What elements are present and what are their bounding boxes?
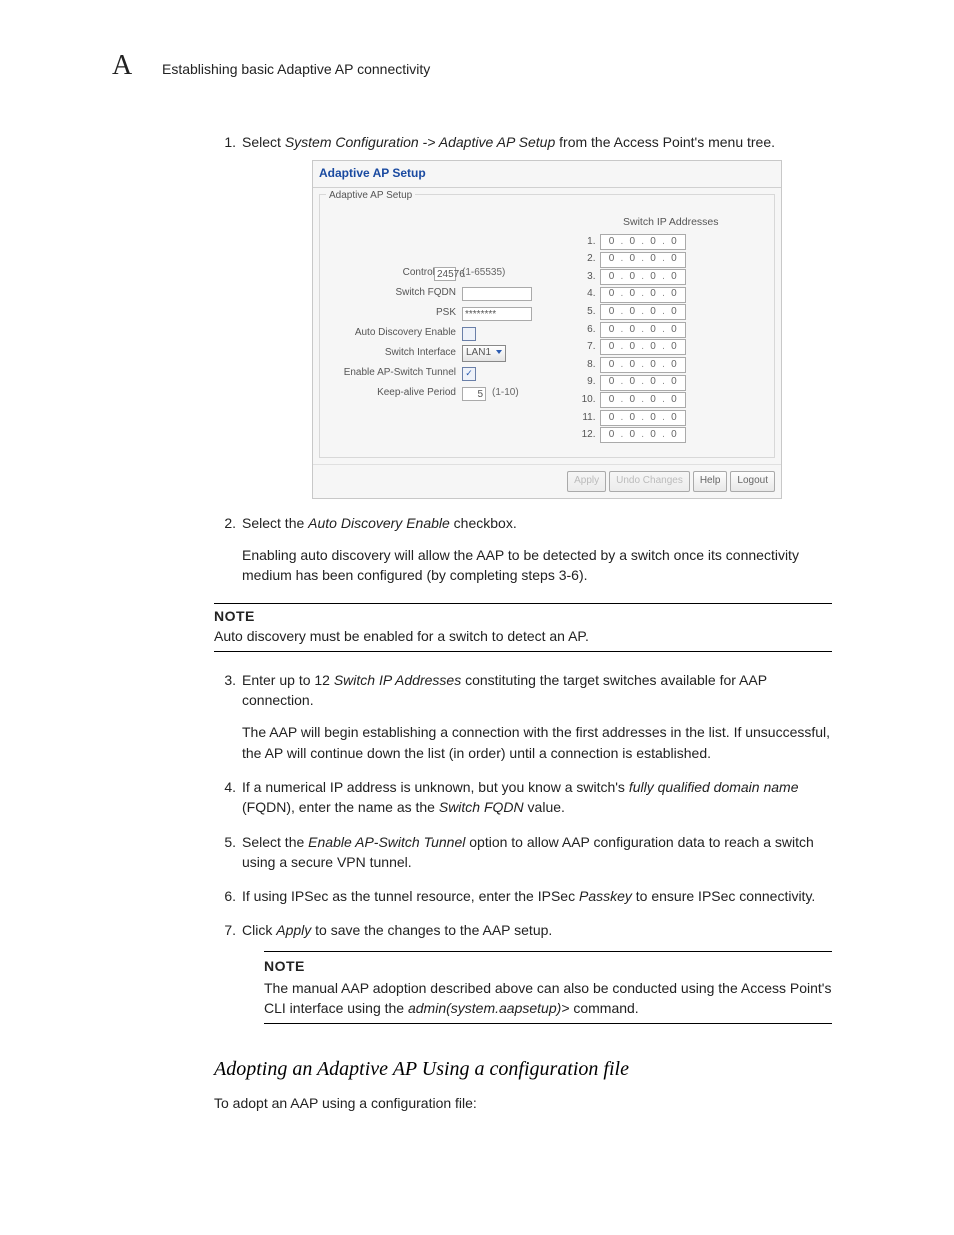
step-7: 7.Click Apply to save the changes to the… [242,920,832,1023]
ip-row-number: 8. [574,358,600,373]
ip-row-number: 5. [574,305,600,320]
ip-row: 6.0.0.0.0 [574,322,768,338]
ip-input[interactable]: 0.0.0.0 [600,375,686,391]
step-1: 1.Select System Configuration -> Adaptiv… [242,132,832,499]
ip-row: 9.0.0.0.0 [574,375,768,391]
input-switch-fqdn[interactable] [462,287,532,301]
apply-button[interactable]: Apply [567,471,606,492]
step-2-para: Enabling auto discovery will allow the A… [242,545,832,586]
hint-keep-alive: (1-10) [492,386,519,401]
ip-input[interactable]: 0.0.0.0 [600,234,686,250]
ip-input[interactable]: 0.0.0.0 [600,410,686,426]
label-switch-interface: Switch Interface [326,346,462,361]
subheading-adopting: Adopting an Adaptive AP Using a configur… [214,1058,832,1081]
ip-row-number: 1. [574,235,600,250]
ip-row-number: 2. [574,252,600,267]
step-2: 2.Select the Auto Discovery Enable check… [242,513,832,586]
input-psk[interactable]: ******** [462,307,532,321]
ip-row: 12.0.0.0.0 [574,427,768,443]
ip-input[interactable]: 0.0.0.0 [600,287,686,303]
ip-row: 3.0.0.0.0 [574,269,768,285]
ip-row-number: 4. [574,287,600,302]
figure-adaptive-ap-setup: Adaptive AP Setup Adaptive AP Setup Cont… [242,160,832,498]
undo-button[interactable]: Undo Changes [609,471,690,492]
ip-row-number: 11. [574,411,600,426]
appendix-letter: A [112,50,142,82]
step-number: 1. [214,132,242,152]
label-psk: PSK [326,306,462,321]
checkbox-enable-tunnel[interactable]: ✓ [462,367,476,381]
panel-title: Adaptive AP Setup [313,161,781,187]
ip-input[interactable]: 0.0.0.0 [600,427,686,443]
checkbox-auto-discovery[interactable] [462,327,476,341]
step-3: 3.Enter up to 12 Switch IP Addresses con… [242,670,832,763]
step-3-para: The AAP will begin establishing a connec… [242,722,832,763]
ip-input[interactable]: 0.0.0.0 [600,339,686,355]
hint-control-port: (1-65535) [462,266,505,281]
ip-input[interactable]: 0.0.0.0 [600,392,686,408]
step-5: 5.Select the Enable AP-Switch Tunnel opt… [242,832,832,873]
label-switch-fqdn: Switch FQDN [326,286,462,301]
logout-button[interactable]: Logout [730,471,775,492]
label-auto-discovery: Auto Discovery Enable [326,326,462,341]
note-cli: NOTE The manual AAP adoption described a… [264,951,832,1024]
ip-row: 8.0.0.0.0 [574,357,768,373]
input-control-port[interactable]: 24576 [434,267,456,281]
note-auto-discovery: NOTE Auto discovery must be enabled for … [214,603,832,651]
ip-input[interactable]: 0.0.0.0 [600,322,686,338]
ip-row: 1.0.0.0.0 [574,234,768,250]
ip-row: 2.0.0.0.0 [574,252,768,268]
ip-row: 5.0.0.0.0 [574,304,768,320]
label-keep-alive: Keep-alive Period [326,386,462,401]
input-keep-alive[interactable]: 5 [462,387,486,401]
ip-row-number: 3. [574,270,600,285]
ip-row: 7.0.0.0.0 [574,339,768,355]
running-title: Establishing basic Adaptive AP connectiv… [162,61,430,77]
ip-input[interactable]: 0.0.0.0 [600,357,686,373]
ip-row-number: 9. [574,375,600,390]
ip-row: 10.0.0.0.0 [574,392,768,408]
ip-input[interactable]: 0.0.0.0 [600,304,686,320]
ip-title: Switch IP Addresses [574,215,768,230]
help-button[interactable]: Help [693,471,728,492]
step-4: 4.If a numerical IP address is unknown, … [242,777,832,818]
label-enable-tunnel: Enable AP-Switch Tunnel [326,366,462,381]
ip-input[interactable]: 0.0.0.0 [600,269,686,285]
step-6: 6.If using IPSec as the tunnel resource,… [242,886,832,906]
ip-row-number: 7. [574,340,600,355]
sub-para: To adopt an AAP using a configuration fi… [214,1095,832,1111]
select-switch-interface[interactable]: LAN1 [462,345,506,362]
ip-row-number: 6. [574,323,600,338]
ip-row-number: 12. [574,428,600,443]
fieldset-legend: Adaptive AP Setup [326,189,415,204]
ip-row: 11.0.0.0.0 [574,410,768,426]
ip-row-number: 10. [574,393,600,408]
ip-input[interactable]: 0.0.0.0 [600,252,686,268]
ip-row: 4.0.0.0.0 [574,287,768,303]
